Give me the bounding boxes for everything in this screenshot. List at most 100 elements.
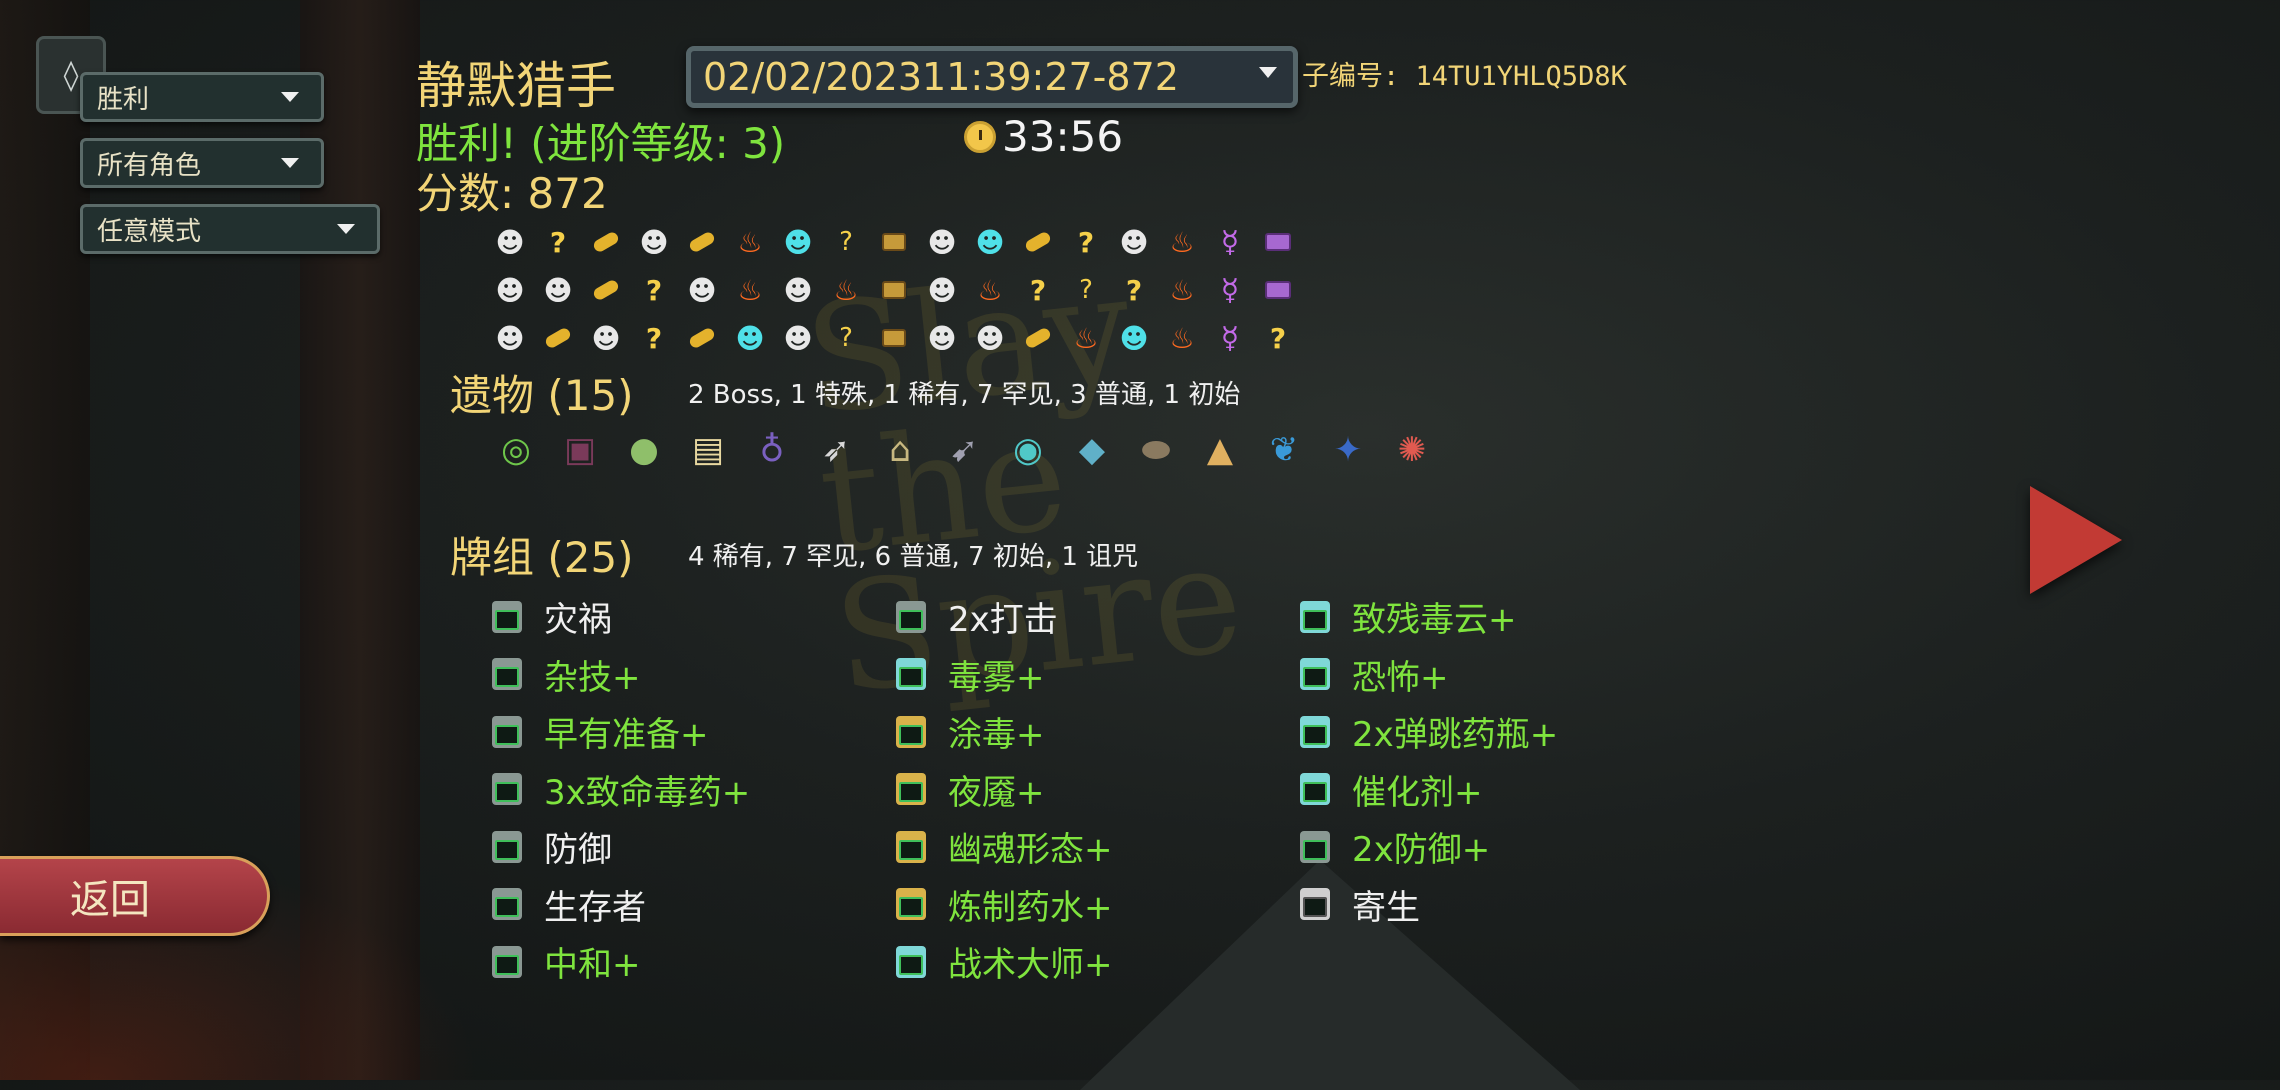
deck-card[interactable]: 灾祸 bbox=[492, 588, 750, 646]
deck-card[interactable]: 生存者 bbox=[492, 876, 750, 934]
kunai-icon[interactable]: ➹ bbox=[934, 420, 994, 480]
map-node-fire-icon: ♨ bbox=[1169, 225, 1195, 259]
map-node-monster-icon: ☻ bbox=[783, 321, 813, 355]
card-frame-icon bbox=[896, 773, 926, 806]
deck-card[interactable]: 夜魇+ bbox=[896, 761, 1113, 819]
character-name: 静默猎手 bbox=[416, 57, 616, 115]
card-name: 夜魇+ bbox=[948, 772, 1045, 813]
card-name: 幽魂形态+ bbox=[948, 830, 1113, 871]
map-node-monster-icon: ☻ bbox=[927, 273, 957, 307]
score-line: 分数: 872 bbox=[416, 169, 608, 218]
result-filter-dropdown[interactable]: 胜利 bbox=[80, 72, 324, 122]
deck-card[interactable]: 2x防御+ bbox=[1300, 818, 1558, 876]
map-node-boss-icon: ☿ bbox=[1220, 224, 1240, 260]
map-node-mixed-icon: ? bbox=[839, 227, 853, 257]
diamond-icon: ◊ bbox=[63, 57, 79, 93]
card-name: 寄生 bbox=[1352, 887, 1420, 928]
runic-pyramid-box-icon[interactable]: ▣ bbox=[550, 420, 610, 480]
deck-card[interactable]: 炼制药水+ bbox=[896, 876, 1113, 934]
run-select-value: 02/02/202311:39:27-872 bbox=[703, 55, 1179, 99]
map-node-fire-icon: ♨ bbox=[1073, 321, 1099, 355]
deck-column-1: 灾祸 杂技+ 早有准备+ 3x致命毒药+ 防御生存者中和+ bbox=[492, 588, 750, 991]
bird-cage-icon[interactable]: ⌂ bbox=[870, 420, 930, 480]
map-node-monster-icon: ☻ bbox=[543, 273, 573, 307]
deck-card[interactable]: 毒雾+ bbox=[896, 646, 1113, 704]
deck-card[interactable]: 2x打击 bbox=[896, 588, 1113, 646]
map-path-row: ☻ ☻? ☻ ☻? ☻ ☻ ♨ ☻ ♨ ☿? bbox=[486, 314, 1302, 362]
card-name: 生存者 bbox=[544, 887, 646, 928]
map-node-chest-icon bbox=[882, 329, 906, 347]
map-node-mixed-icon: ? bbox=[1079, 275, 1093, 305]
card-name: 2x弹跳药瓶+ bbox=[1352, 715, 1559, 756]
card-name: 2x防御+ bbox=[1352, 830, 1491, 871]
card-frame-icon bbox=[1300, 600, 1330, 633]
map-path-row: ☻? ☻ ♨ ☻? ☻ ☻? ☻ ♨ ☿ bbox=[486, 218, 1302, 266]
chevron-down-icon bbox=[281, 92, 299, 102]
ring-snake-icon[interactable]: ◎ bbox=[486, 420, 546, 480]
map-node-chest-icon bbox=[882, 281, 906, 299]
character-filter-dropdown[interactable]: 所有角色 bbox=[80, 138, 324, 188]
deck-card[interactable]: 杂技+ bbox=[492, 646, 750, 704]
map-node-chest-icon bbox=[882, 233, 906, 251]
card-name: 早有准备+ bbox=[544, 715, 709, 756]
map-path-row: ☻ ☻? ☻ ♨ ☻ ♨ ☻ ♨??? ♨ ☿ bbox=[486, 266, 1302, 314]
map-node-chest-boss-icon bbox=[1265, 281, 1291, 299]
mode-filter-dropdown[interactable]: 任意模式 bbox=[80, 204, 380, 254]
card-frame-icon bbox=[896, 888, 926, 921]
card-name: 2x打击 bbox=[948, 600, 1058, 641]
deck-card[interactable]: 中和+ bbox=[492, 933, 750, 991]
map-node-elite-icon: ☻ bbox=[735, 321, 765, 355]
deck-card[interactable]: 催化剂+ bbox=[1300, 761, 1558, 819]
play-time: 33:56 bbox=[1002, 112, 1124, 161]
chevron-down-icon bbox=[281, 158, 299, 168]
map-node-rest-icon bbox=[1023, 230, 1053, 254]
bird-skull-icon[interactable]: ➶ bbox=[806, 420, 866, 480]
next-run-arrow-button[interactable] bbox=[2030, 486, 2122, 594]
deck-card[interactable]: 战术大师+ bbox=[896, 933, 1113, 991]
map-node-unknown-icon: ? bbox=[549, 225, 567, 259]
card-frame-icon bbox=[492, 888, 522, 921]
toy-monster-icon[interactable]: ✦ bbox=[1318, 420, 1378, 480]
map-node-monster-icon: ☻ bbox=[495, 225, 525, 259]
deck-card[interactable]: 2x弹跳药瓶+ bbox=[1300, 703, 1558, 761]
map-node-rest-icon bbox=[591, 230, 621, 254]
relics-row: ◎ ▣ ● ▤ ♁ ➶ ⌂ ➹ ◉ ◆ ⬬ ▲ ❦ ✦ ✺ bbox=[486, 420, 1442, 480]
deck-card[interactable]: 早有准备+ bbox=[492, 703, 750, 761]
result-filter-value: 胜利 bbox=[97, 84, 150, 115]
feather-icon[interactable]: ❦ bbox=[1254, 420, 1314, 480]
map-node-monster-icon: ☻ bbox=[975, 321, 1005, 355]
deck-card[interactable]: 防御 bbox=[492, 818, 750, 876]
card-frame-icon bbox=[1300, 715, 1330, 748]
deck-card[interactable]: 幽魂形态+ bbox=[896, 818, 1113, 876]
card-name: 3x致命毒药+ bbox=[544, 772, 751, 813]
deck-title: 牌组 (25) bbox=[450, 533, 634, 582]
pyramid-icon[interactable]: ▲ bbox=[1190, 420, 1250, 480]
chevron-down-icon bbox=[1259, 67, 1277, 78]
map-node-monster-icon: ☻ bbox=[927, 321, 957, 355]
deck-card[interactable]: 寄生 bbox=[1300, 876, 1558, 934]
map-node-rest-icon bbox=[591, 278, 621, 302]
back-button[interactable]: 返回 bbox=[0, 856, 270, 936]
card-frame-icon bbox=[1300, 773, 1330, 806]
potion-bag-icon[interactable]: ♁ bbox=[742, 420, 802, 480]
spool-icon[interactable]: ◉ bbox=[998, 420, 1058, 480]
crystal-icon[interactable]: ◆ bbox=[1062, 420, 1122, 480]
map-node-fire-icon: ♨ bbox=[737, 273, 763, 307]
deck-card[interactable]: 恐怖+ bbox=[1300, 646, 1558, 704]
deck-card[interactable]: 涂毒+ bbox=[896, 703, 1113, 761]
map-node-fire-icon: ♨ bbox=[737, 225, 763, 259]
map-node-boss-icon: ☿ bbox=[1220, 272, 1240, 308]
egg-icon[interactable]: ● bbox=[614, 420, 674, 480]
stone-egg-icon[interactable]: ⬬ bbox=[1126, 420, 1186, 480]
card-frame-icon bbox=[1300, 888, 1330, 921]
scroll-icon[interactable]: ▤ bbox=[678, 420, 738, 480]
deck-card[interactable]: 致残毒云+ bbox=[1300, 588, 1558, 646]
deck-column-3: 致残毒云+ 恐怖+ 2x弹跳药瓶+ 催化剂+ 2x防御+ 寄生 bbox=[1300, 588, 1558, 933]
map-node-rest-icon bbox=[687, 230, 717, 254]
card-frame-icon bbox=[492, 658, 522, 691]
deck-card[interactable]: 3x致命毒药+ bbox=[492, 761, 750, 819]
run-select-dropdown[interactable]: 02/02/202311:39:27-872 bbox=[686, 46, 1298, 108]
map-node-fire-icon: ♨ bbox=[977, 273, 1003, 307]
map-node-monster-icon: ☻ bbox=[927, 225, 957, 259]
dragon-claw-icon[interactable]: ✺ bbox=[1382, 420, 1442, 480]
